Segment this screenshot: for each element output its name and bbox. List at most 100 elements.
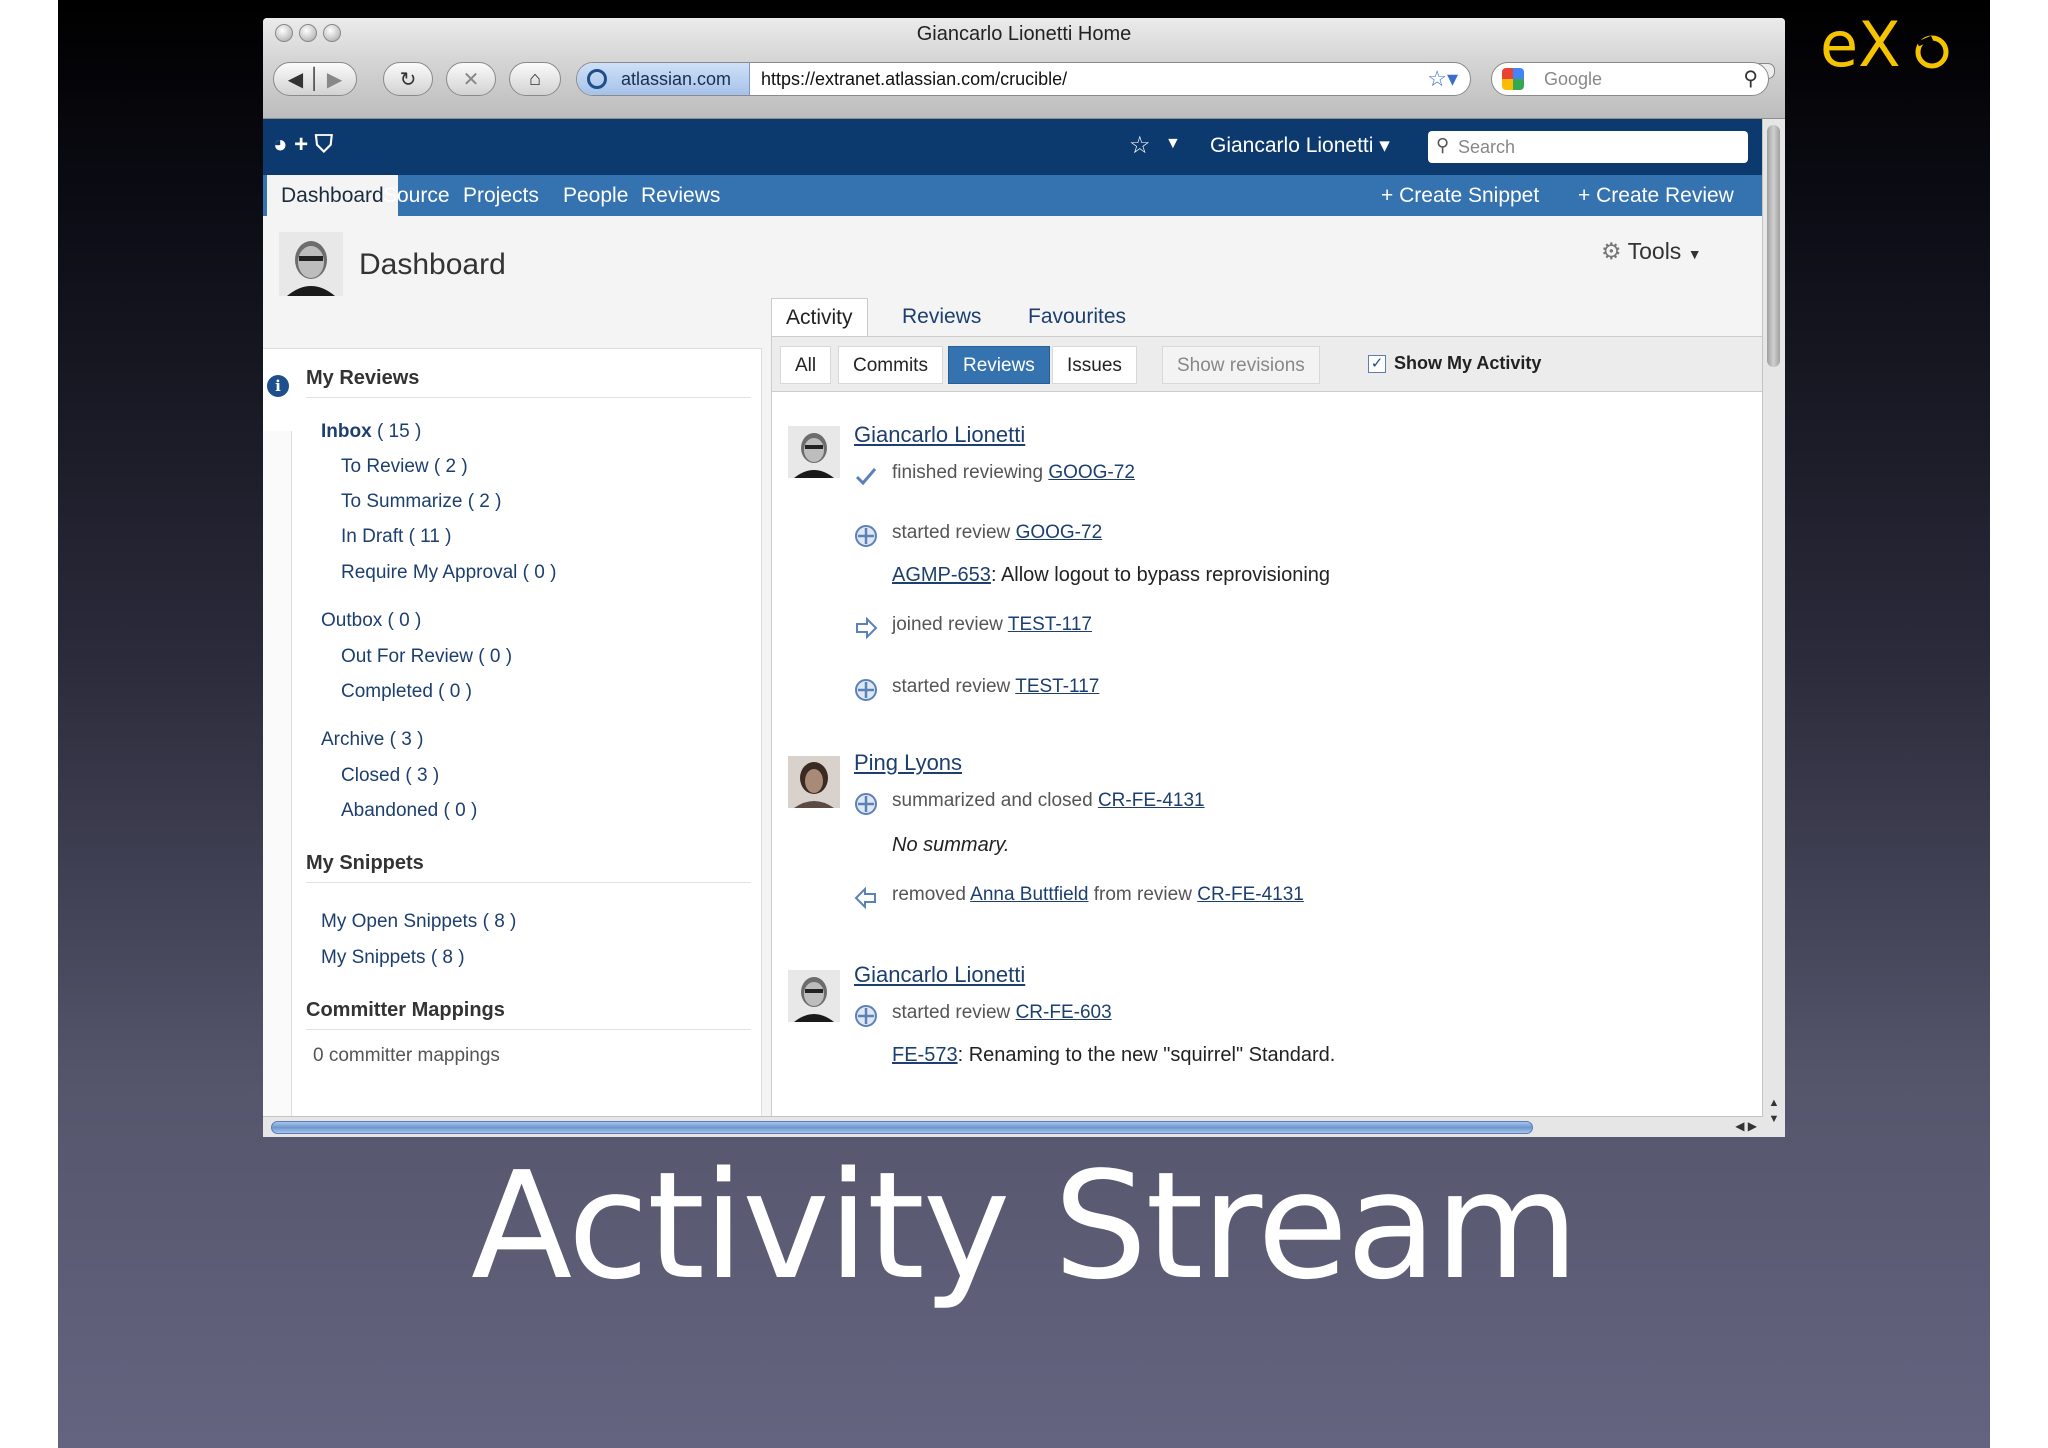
site-icon (587, 69, 607, 89)
show-revisions-button[interactable]: Show revisions (1162, 346, 1320, 384)
sidebar-item-outbox[interactable]: Outbox ( 0 ) (321, 610, 421, 632)
tab-people[interactable]: People (563, 175, 628, 216)
back-icon[interactable]: ◀ (288, 67, 303, 92)
tab-source[interactable]: Source (383, 175, 450, 216)
plus-circle-icon (855, 679, 877, 701)
user-link[interactable]: Ping Lyons (854, 750, 962, 776)
tab-projects[interactable]: Projects (463, 175, 539, 216)
chevron-down-icon[interactable]: ▼ (1165, 135, 1181, 153)
tab-favourites[interactable]: Favourites (1028, 298, 1126, 336)
filter-commits-button[interactable]: Commits (838, 346, 943, 384)
create-snippet-button[interactable]: + Create Snippet (1381, 175, 1539, 216)
review-summary-text: : Allow logout to bypass reprovisioning (990, 564, 1331, 586)
my-snippets-heading: My Snippets (306, 852, 424, 874)
url-text[interactable]: https://extranet.atlassian.com/crucible/ (761, 69, 1067, 90)
review-summary: AGMP-653: Allow logout to bypass reprovi… (892, 564, 1330, 587)
sidebar-item-to-review[interactable]: To Review ( 2 ) (341, 456, 468, 478)
title-bar: Giancarlo Lionetti Home ◀ │ ▶ ↻ ✕ ⌂ atla… (263, 18, 1785, 119)
back-forward-buttons[interactable]: ◀ │ ▶ (273, 62, 357, 96)
sidebar-item-out-for-review[interactable]: Out For Review ( 0 ) (341, 646, 512, 668)
main-nav: Dashboard Source Projects People Reviews… (263, 175, 1763, 216)
tab-reviews[interactable]: Reviews (641, 175, 720, 216)
sidebar-item-archive[interactable]: Archive ( 3 ) (321, 729, 423, 751)
review-link[interactable]: TEST-117 (1008, 614, 1092, 635)
activity-text: started review (892, 1002, 1011, 1023)
browser-window: Giancarlo Lionetti Home ◀ │ ▶ ↻ ✕ ⌂ atla… (263, 18, 1785, 1137)
site-identity-badge[interactable]: atlassian.com (577, 63, 750, 95)
info-icon[interactable]: i (267, 375, 289, 397)
filter-reviews-button[interactable]: Reviews (948, 346, 1050, 384)
app-search-input[interactable]: ⚲ Search (1428, 131, 1748, 163)
stop-button[interactable]: ✕ (446, 62, 496, 96)
show-my-activity-checkbox[interactable]: ✓ (1368, 355, 1386, 373)
sidebar-item-closed[interactable]: Closed ( 3 ) (341, 765, 439, 787)
tab-activity[interactable]: Activity (771, 298, 868, 337)
activity-text: removed (892, 884, 966, 905)
review-link[interactable]: TEST-117 (1015, 676, 1099, 697)
issue-link[interactable]: AGMP-653 (892, 564, 991, 586)
review-link[interactable]: CR-FE-4131 (1197, 884, 1304, 905)
sidebar-item-require-approval[interactable]: Require My Approval ( 0 ) (341, 562, 556, 584)
google-icon[interactable] (1502, 68, 1524, 90)
create-review-button[interactable]: + Create Review (1578, 175, 1734, 216)
sidebar-item-inbox[interactable]: Inbox ( 15 ) (321, 421, 421, 443)
review-link[interactable]: GOOG-72 (1048, 462, 1135, 483)
committer-mappings-count: 0 committer mappings (313, 1045, 500, 1066)
sidebar-item-to-summarize[interactable]: To Summarize ( 2 ) (341, 491, 501, 513)
filter-all-button[interactable]: All (780, 346, 832, 384)
address-bar[interactable]: atlassian.com https://extranet.atlassian… (576, 62, 1471, 96)
plus-circle-icon (855, 1005, 877, 1027)
sidebar-item-abandoned[interactable]: Abandoned ( 0 ) (341, 800, 477, 822)
avatar (788, 970, 840, 1022)
scroll-arrows[interactable]: ◀ ▶ (1735, 1119, 1757, 1133)
forward-icon[interactable]: ▶ (327, 67, 342, 92)
home-icon: ⌂ (528, 67, 542, 90)
tools-menu[interactable]: ⚙ Tools ▼ (1601, 238, 1702, 265)
horizontal-scrollbar[interactable]: ◀ ▶ (263, 1116, 1763, 1137)
activity-text: from review (1093, 884, 1192, 905)
plus-circle-icon (855, 525, 877, 547)
tools-label: Tools (1627, 238, 1682, 264)
home-button[interactable]: ⌂ (509, 62, 561, 96)
scroll-thumb[interactable] (1767, 125, 1780, 367)
vertical-scrollbar[interactable]: ▲ ▼ (1762, 119, 1785, 1137)
favourites-star-icon[interactable]: ☆ (1129, 131, 1151, 160)
activity-item: started review TEST-117 (892, 676, 1099, 698)
inbox-label: Inbox (321, 421, 372, 442)
issue-link[interactable]: FE-573 (892, 1044, 958, 1066)
scroll-arrows[interactable]: ▲ ▼ (1763, 1095, 1785, 1127)
activity-item: summarized and closed CR-FE-4131 (892, 790, 1205, 812)
scroll-thumb[interactable] (271, 1121, 1533, 1134)
search-icon[interactable]: ⚲ (1743, 66, 1758, 91)
reload-button[interactable]: ↻ (383, 62, 433, 96)
sidebar-item-in-draft[interactable]: In Draft ( 11 ) (341, 526, 452, 548)
show-my-activity-label: Show My Activity (1394, 353, 1542, 373)
review-link[interactable]: CR-FE-4131 (1098, 790, 1205, 811)
user-menu[interactable]: Giancarlo Lionetti ▾ (1210, 133, 1390, 158)
sidebar-item-my-snippets[interactable]: My Snippets ( 8 ) (321, 947, 465, 969)
sidebar-item-my-open-snippets[interactable]: My Open Snippets ( 8 ) (321, 911, 516, 933)
app-logo[interactable]: ◕ + ⛉ (273, 131, 333, 159)
tab-dashboard[interactable]: Dashboard (267, 175, 398, 216)
user-link[interactable]: Giancarlo Lionetti (854, 962, 1025, 988)
bookmark-star-icon[interactable]: ☆▾ (1427, 66, 1458, 92)
user-link[interactable]: Giancarlo Lionetti (854, 422, 1025, 448)
review-summary: FE-573: Renaming to the new "squirrel" S… (892, 1044, 1335, 1067)
activity-text: joined review (892, 614, 1003, 635)
filter-issues-button[interactable]: Issues (1052, 346, 1137, 384)
review-link[interactable]: CR-FE-603 (1016, 1002, 1112, 1023)
checkmark-icon (855, 468, 877, 486)
browser-search-field[interactable]: Google ⚲ (1491, 62, 1769, 96)
tab-stream-reviews[interactable]: Reviews (902, 298, 981, 336)
activity-panel: Activity Reviews Favourites All Commits … (771, 298, 1763, 1137)
user-link[interactable]: Anna Buttfield (970, 884, 1088, 905)
site-domain: atlassian.com (621, 69, 732, 89)
sidebar-item-completed[interactable]: Completed ( 0 ) (341, 681, 472, 703)
chevron-down-icon: ▼ (1687, 246, 1702, 262)
review-link[interactable]: GOOG-72 (1016, 522, 1103, 543)
activity-item: joined review TEST-117 (892, 614, 1092, 636)
app-search-placeholder: Search (1458, 137, 1516, 157)
stream-filter-bar: All Commits Reviews Issues Show revision… (771, 336, 1763, 392)
browser-search-placeholder: Google (1544, 69, 1603, 89)
create-review-label: Create Review (1596, 184, 1734, 207)
